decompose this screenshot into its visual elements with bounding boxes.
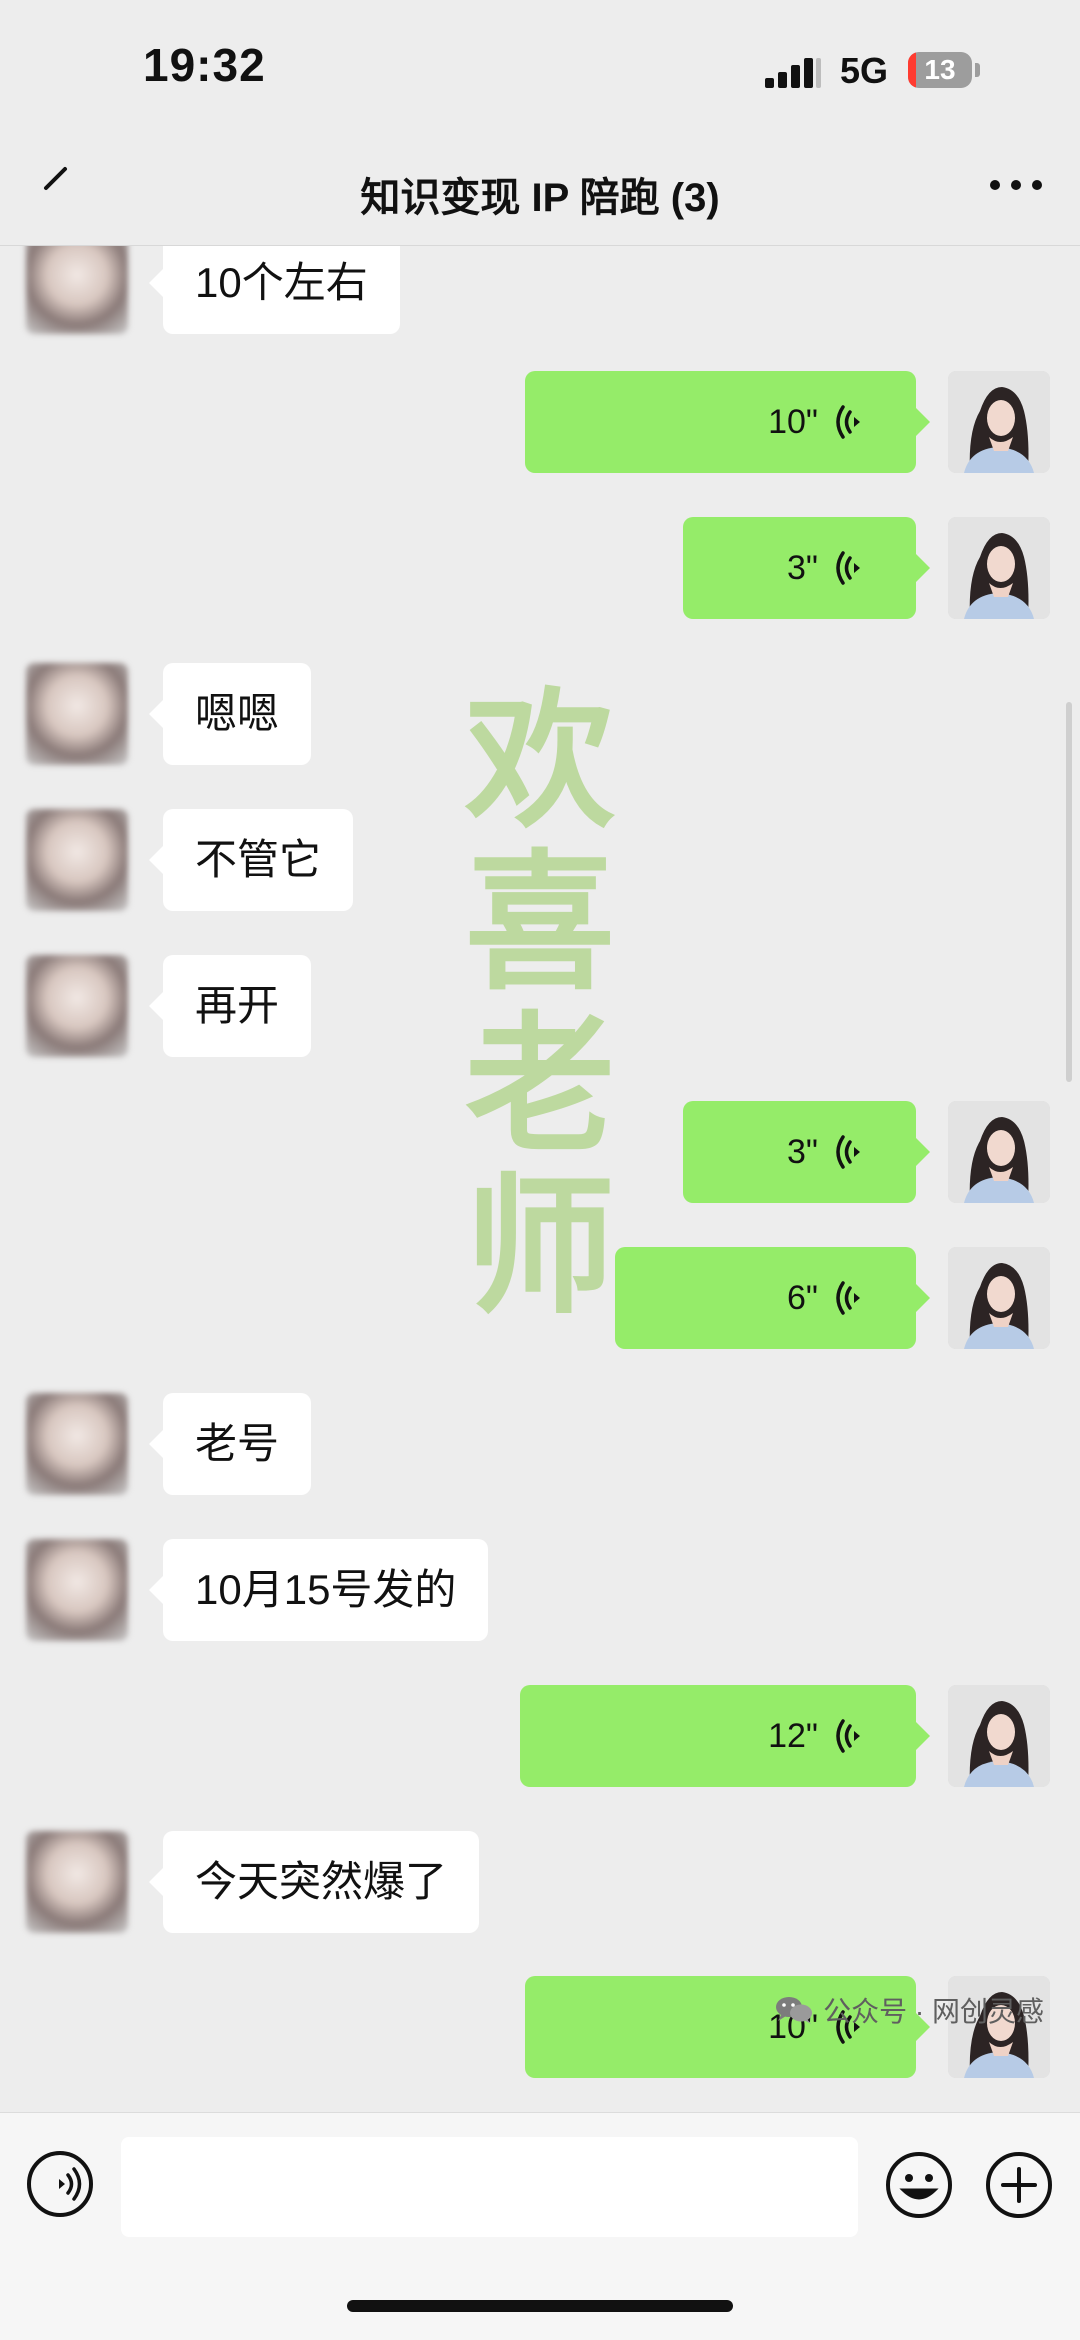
emoji-icon[interactable] bbox=[885, 2151, 953, 2219]
my-avatar[interactable] bbox=[948, 517, 1050, 619]
battery-indicator: 13 bbox=[908, 52, 972, 88]
nav-bar: 知识变现 IP 陪跑 (3) bbox=[0, 145, 1080, 246]
battery-level-text: 13 bbox=[924, 54, 956, 85]
contact-avatar[interactable] bbox=[26, 809, 128, 911]
voice-duration: 3" bbox=[787, 549, 818, 587]
voice-message-bubble[interactable]: 12" bbox=[520, 1685, 930, 1787]
battery-cap bbox=[975, 63, 980, 77]
more-dots-icon[interactable] bbox=[986, 165, 1046, 205]
contact-avatar[interactable] bbox=[26, 955, 128, 1057]
watermark-char: 师 bbox=[464, 1159, 615, 1335]
message-input[interactable] bbox=[121, 2137, 858, 2237]
back-arrow-icon[interactable] bbox=[34, 159, 84, 219]
contact-avatar[interactable] bbox=[26, 1539, 128, 1641]
my-avatar[interactable] bbox=[948, 1685, 1050, 1787]
voice-duration: 10" bbox=[768, 403, 818, 441]
watermark: 欢 喜 老 师 bbox=[420, 680, 660, 1328]
contact-avatar[interactable] bbox=[26, 246, 128, 334]
voice-wave-icon bbox=[836, 1135, 860, 1169]
voice-wave-icon bbox=[836, 1719, 860, 1753]
source-watermark: 公众号 · 网创灵感 bbox=[773, 1990, 1044, 2030]
source-watermark-text: 公众号 · 网创灵感 bbox=[823, 1996, 1044, 2027]
chat-scrollbar[interactable] bbox=[1066, 702, 1072, 1082]
network-label: 5G bbox=[840, 50, 889, 91]
chat-title: 知识变现 IP 陪跑 (3) bbox=[360, 176, 720, 220]
text-message-bubble[interactable]: 今天突然爆了 bbox=[148, 1831, 480, 1933]
contact-avatar[interactable] bbox=[26, 663, 128, 765]
my-avatar[interactable] bbox=[948, 1247, 1050, 1349]
contact-avatar[interactable] bbox=[26, 1831, 128, 1933]
voice-wave-icon bbox=[836, 551, 860, 585]
voice-duration: 6" bbox=[787, 1279, 818, 1317]
text-message-bubble[interactable]: 老号 bbox=[148, 1393, 312, 1495]
voice-message-bubble[interactable]: 3" bbox=[683, 517, 930, 619]
text-message-bubble[interactable]: 嗯嗯 bbox=[148, 663, 312, 765]
plus-icon[interactable] bbox=[985, 2151, 1053, 2219]
voice-duration: 3" bbox=[787, 1133, 818, 1171]
status-time: 19:32 bbox=[143, 39, 266, 91]
voice-message-bubble[interactable]: 10" bbox=[525, 371, 930, 473]
text-message-bubble[interactable]: 10月15号发的 bbox=[148, 1539, 489, 1641]
my-avatar[interactable] bbox=[948, 1101, 1050, 1203]
contact-avatar[interactable] bbox=[26, 1393, 128, 1495]
voice-wave-icon bbox=[836, 405, 860, 439]
status-bar: 19:32 5G 13 bbox=[0, 0, 1080, 145]
voice-wave-icon bbox=[836, 1281, 860, 1315]
home-indicator[interactable] bbox=[347, 2300, 733, 2312]
text-message-bubble[interactable]: 再开 bbox=[148, 955, 312, 1057]
voice-message-bubble[interactable]: 3" bbox=[683, 1101, 930, 1203]
voice-message-bubble[interactable]: 6" bbox=[615, 1247, 930, 1349]
wechat-icon bbox=[776, 1997, 813, 2024]
text-message-bubble[interactable]: 不管它 bbox=[148, 809, 354, 911]
signal-bars-icon bbox=[765, 58, 821, 88]
text-message-bubble[interactable]: 10个左右 bbox=[149, 246, 400, 334]
voice-duration: 12" bbox=[768, 1717, 818, 1755]
watermark-char: 喜 bbox=[464, 835, 615, 1011]
watermark-char: 欢 bbox=[464, 673, 615, 849]
voice-toggle-icon[interactable] bbox=[26, 2150, 94, 2218]
watermark-char: 老 bbox=[464, 997, 615, 1173]
my-avatar[interactable] bbox=[948, 371, 1050, 473]
